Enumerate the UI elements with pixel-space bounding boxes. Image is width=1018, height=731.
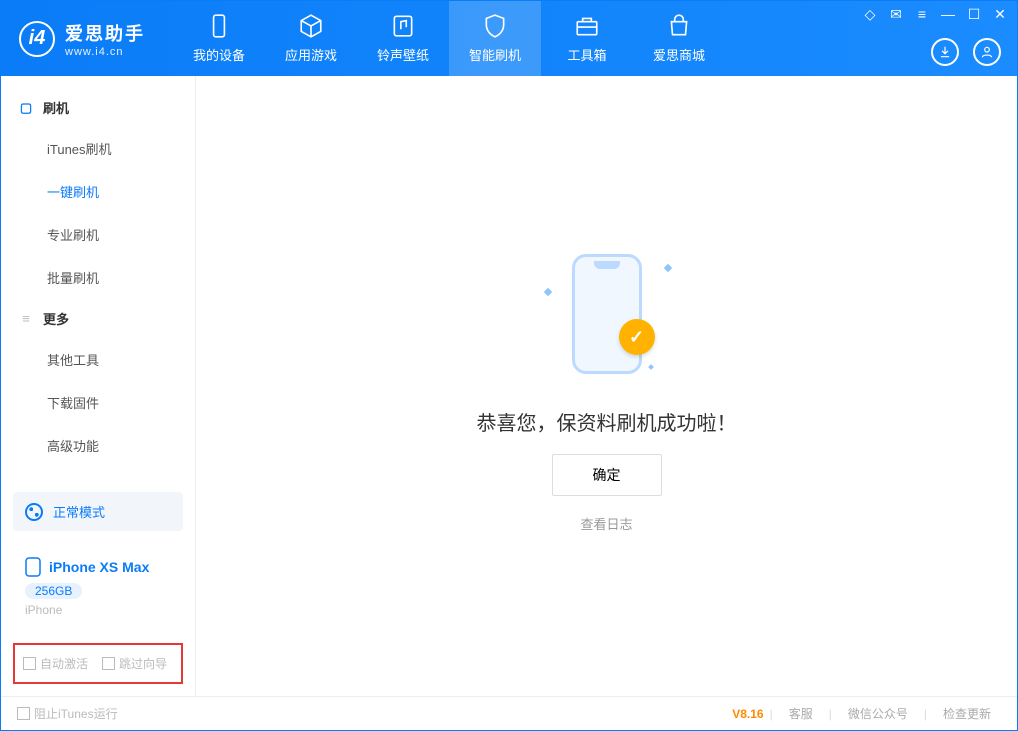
nav-store[interactable]: 爱思商城	[633, 1, 725, 76]
sidebar-item-advanced[interactable]: 高级功能	[1, 424, 195, 467]
menu-icon[interactable]: ≡	[915, 7, 929, 21]
checkbox-icon	[17, 707, 30, 720]
nav-toolbox[interactable]: 工具箱	[541, 1, 633, 76]
app-logo: i4 爱思助手 www.i4.cn	[1, 20, 163, 58]
checkbox-skip-guide[interactable]: 跳过向导	[102, 655, 167, 672]
iphone-icon	[25, 557, 41, 577]
nav-smart-flash[interactable]: 智能刷机	[449, 1, 541, 76]
bag-icon	[666, 13, 692, 39]
result-message: 恭喜您，保资料刷机成功啦！	[477, 407, 737, 436]
app-name: 爱思助手	[65, 20, 145, 46]
flash-result: ✓ 恭喜您，保资料刷机成功啦！ 确定 查看日志	[477, 239, 737, 533]
nav-my-device[interactable]: 我的设备	[173, 1, 265, 76]
device-type: iPhone	[25, 603, 171, 617]
version-label: V8.16	[732, 707, 763, 721]
sparkle-icon	[648, 364, 654, 370]
sparkle-icon	[663, 264, 671, 272]
device-mode-box[interactable]: 正常模式	[13, 492, 183, 531]
sidebar-item-batch-flash[interactable]: 批量刷机	[1, 256, 195, 299]
sidebar-item-other-tools[interactable]: 其他工具	[1, 338, 195, 381]
toolbox-icon	[574, 13, 600, 39]
sidebar-item-itunes-flash[interactable]: iTunes刷机	[1, 127, 195, 170]
header-actions	[931, 38, 1001, 66]
titlebar: i4 爱思助手 www.i4.cn 我的设备 应用游戏 铃声壁纸 智能刷机	[1, 1, 1017, 76]
checkbox-icon	[102, 657, 115, 670]
main-content: ✓ 恭喜您，保资料刷机成功啦！ 确定 查看日志	[196, 76, 1017, 696]
music-icon	[390, 13, 416, 39]
check-update-link[interactable]: 检查更新	[933, 705, 1001, 722]
mode-icon	[25, 503, 43, 521]
device-info-box[interactable]: iPhone XS Max 256GB iPhone	[13, 547, 183, 627]
phone-outline-icon	[572, 254, 642, 374]
options-highlight-box: 自动激活 跳过向导	[13, 643, 183, 684]
account-button[interactable]	[973, 38, 1001, 66]
checkbox-block-itunes[interactable]: 阻止iTunes运行	[17, 705, 118, 722]
nav-ringtone-wallpaper[interactable]: 铃声壁纸	[357, 1, 449, 76]
sidebar-section-flash: ▢ 刷机	[1, 88, 195, 127]
window-controls: ◇ ✉ ≡ — ☐ ✕	[863, 7, 1007, 21]
sidebar-item-pro-flash[interactable]: 专业刷机	[1, 213, 195, 256]
minimize-button[interactable]: —	[941, 7, 955, 21]
device-name: iPhone XS Max	[49, 559, 149, 575]
app-site: www.i4.cn	[65, 46, 145, 58]
success-illustration: ✓	[517, 239, 697, 389]
sidebar-item-download-firmware[interactable]: 下载固件	[1, 381, 195, 424]
logo-icon: i4	[19, 21, 55, 57]
sidebar-item-oneclick-flash[interactable]: 一键刷机	[1, 170, 195, 213]
device-capacity-badge: 256GB	[25, 583, 82, 599]
main-nav: 我的设备 应用游戏 铃声壁纸 智能刷机 工具箱 爱思商城	[173, 1, 725, 76]
sidebar-section-more: ≡ 更多	[1, 299, 195, 338]
statusbar: 阻止iTunes运行 V8.16 | 客服 | 微信公众号 | 检查更新	[1, 696, 1017, 730]
support-link[interactable]: 客服	[779, 705, 823, 722]
close-button[interactable]: ✕	[993, 7, 1007, 21]
maximize-button[interactable]: ☐	[967, 7, 981, 21]
download-button[interactable]	[931, 38, 959, 66]
app-window: i4 爱思助手 www.i4.cn 我的设备 应用游戏 铃声壁纸 智能刷机	[0, 0, 1018, 731]
menu-lines-icon: ≡	[19, 312, 33, 326]
nav-apps-games[interactable]: 应用游戏	[265, 1, 357, 76]
app-body: ▢ 刷机 iTunes刷机 一键刷机 专业刷机 批量刷机 ≡ 更多 其他工具 下…	[1, 76, 1017, 696]
phone-icon: ▢	[19, 101, 33, 115]
sparkle-icon	[543, 288, 551, 296]
wechat-link[interactable]: 微信公众号	[838, 705, 918, 722]
sidebar: ▢ 刷机 iTunes刷机 一键刷机 专业刷机 批量刷机 ≡ 更多 其他工具 下…	[1, 76, 196, 696]
check-badge-icon: ✓	[619, 319, 655, 355]
device-mode-label: 正常模式	[53, 502, 105, 521]
theme-icon[interactable]: ◇	[863, 7, 877, 21]
cube-icon	[298, 13, 324, 39]
device-icon	[206, 13, 232, 39]
view-log-link[interactable]: 查看日志	[580, 514, 632, 533]
feedback-icon[interactable]: ✉	[889, 7, 903, 21]
checkbox-icon	[23, 657, 36, 670]
confirm-button[interactable]: 确定	[552, 454, 662, 496]
checkbox-auto-activate[interactable]: 自动激活	[23, 655, 88, 672]
shield-icon	[482, 13, 508, 39]
